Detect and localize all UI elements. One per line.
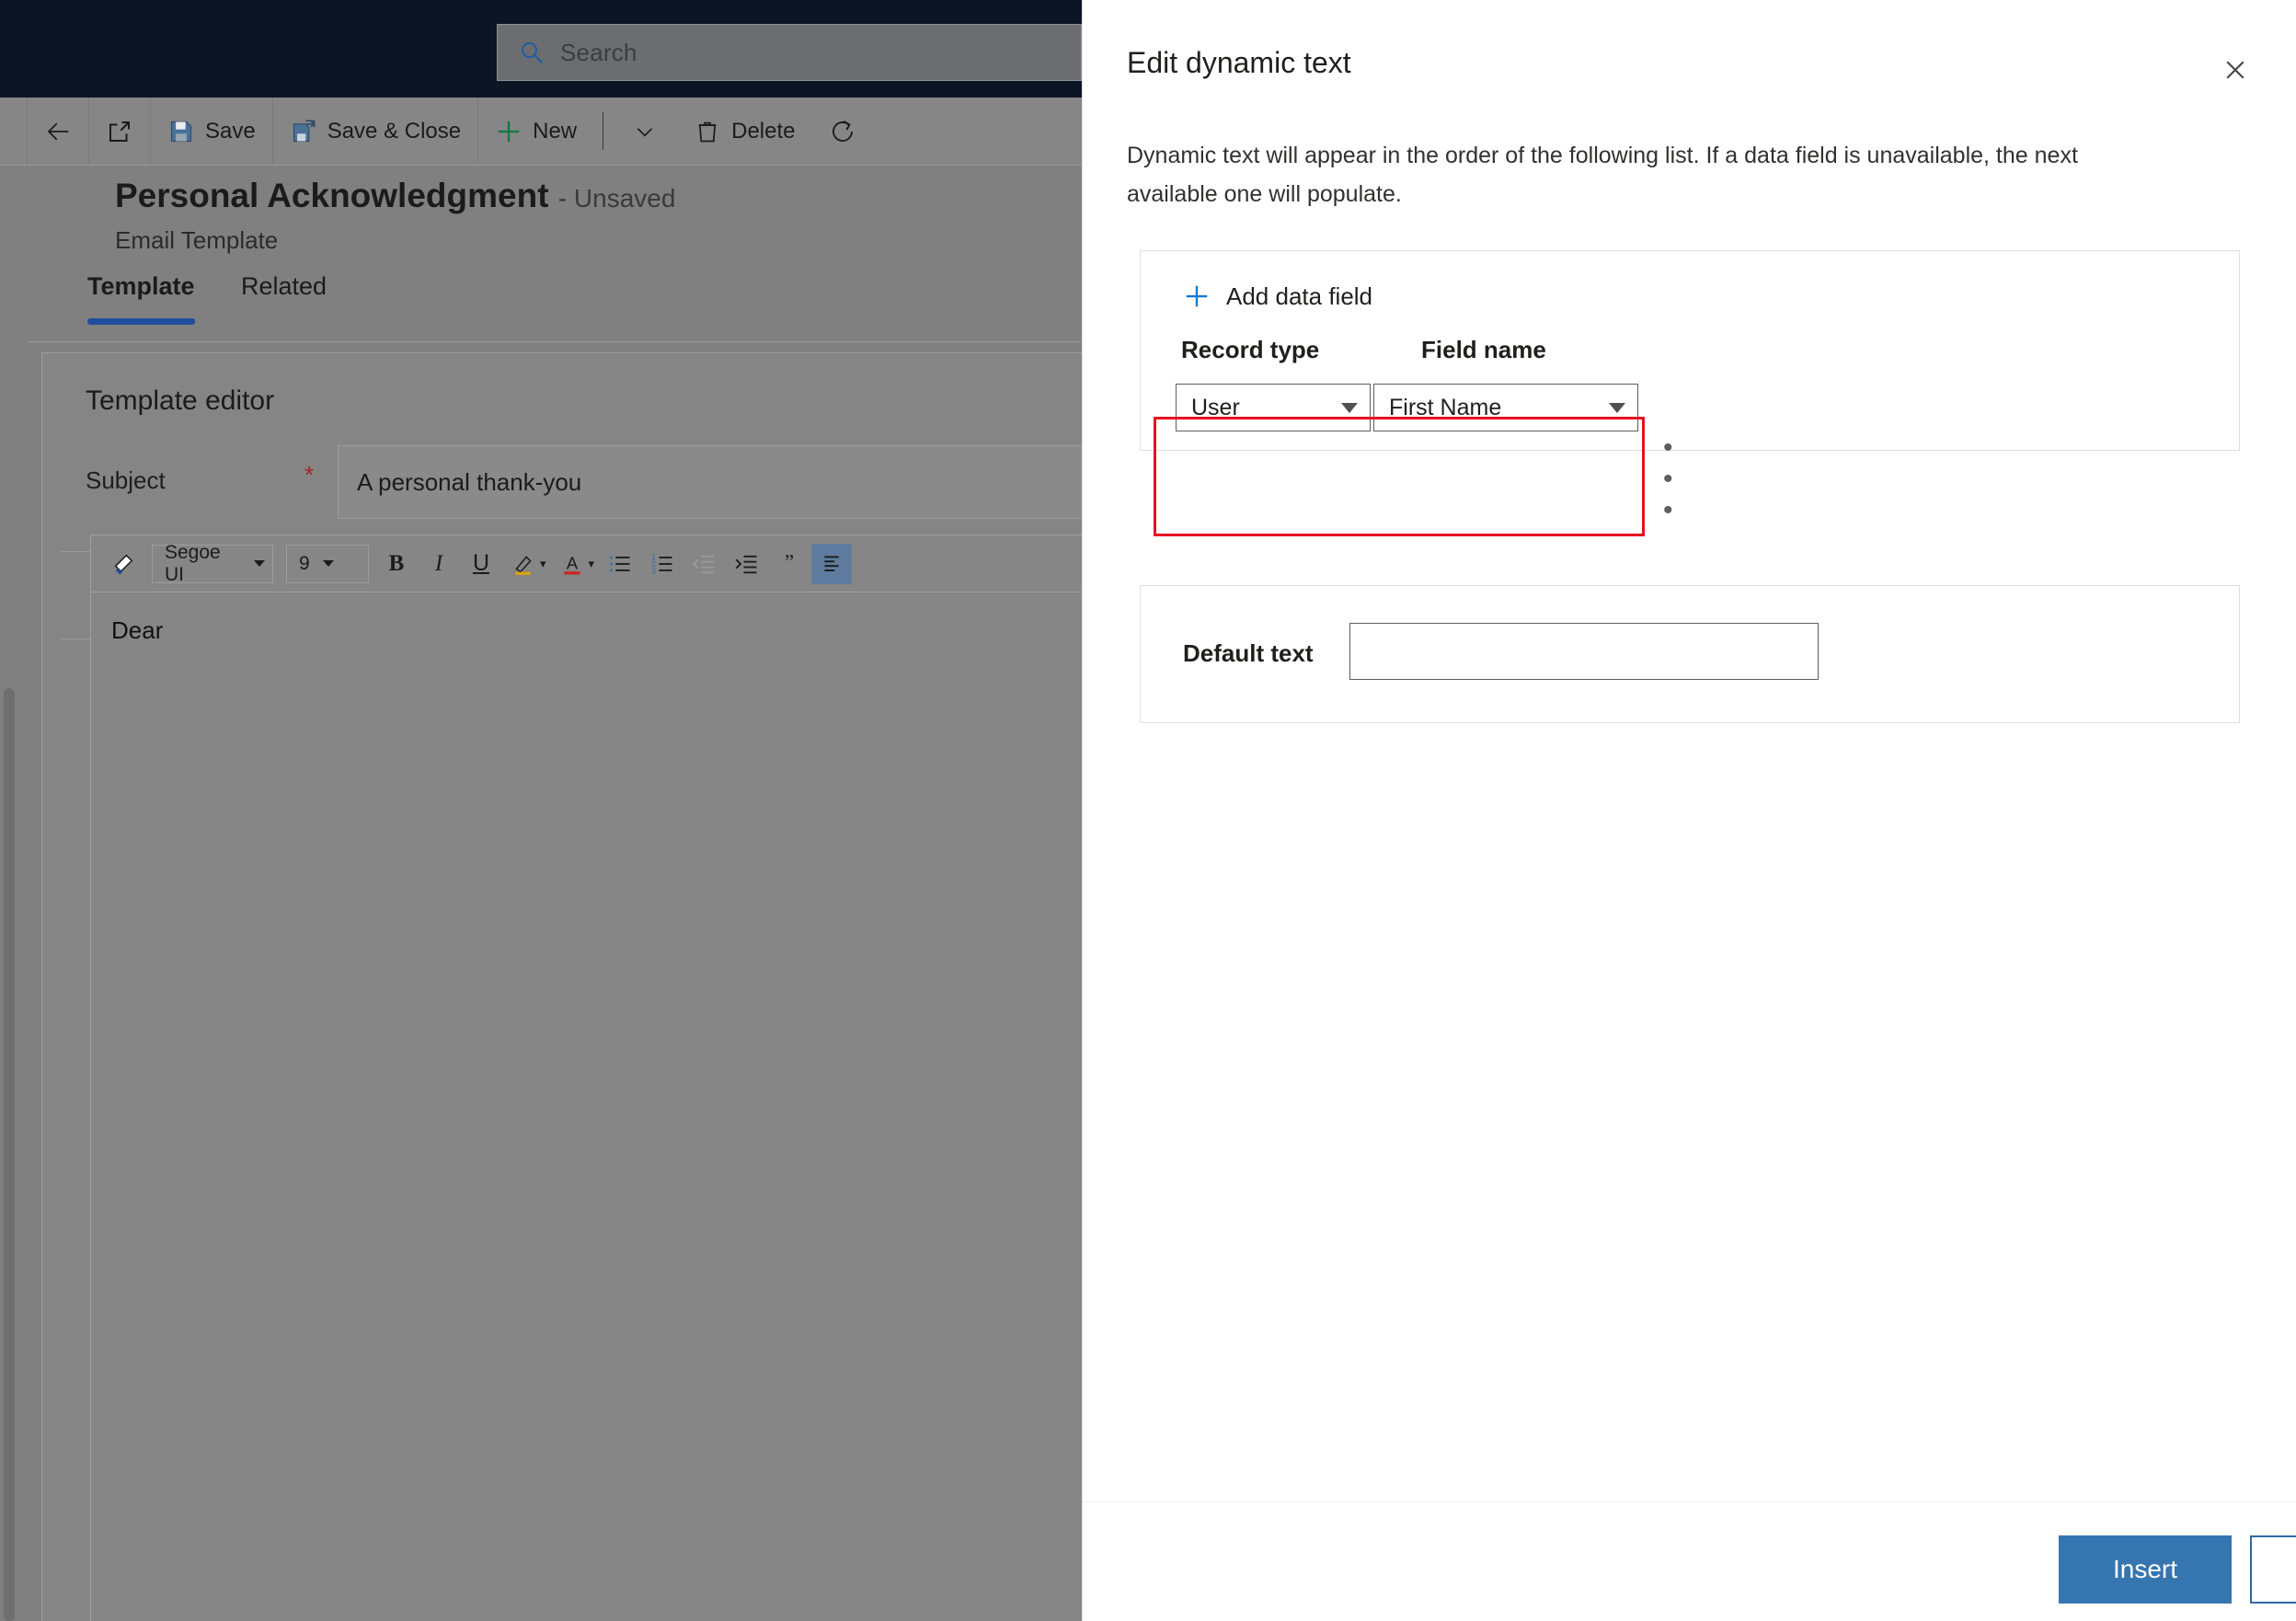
back-button[interactable] [28,98,89,165]
command-bar: Save Save & Close New Delete [0,98,1082,166]
subject-label: Subject [86,466,166,494]
save-floppy-icon [167,118,195,145]
chevron-down-icon [1341,402,1358,413]
save-and-close-icon [290,118,317,145]
save-and-close-button[interactable]: Save & Close [273,98,479,165]
pop-out-icon [106,118,133,145]
font-color-dropdown-caret-icon[interactable]: ▾ [589,557,595,571]
record-type-column-header: Record type [1181,336,1320,363]
data-field-row: Record type Field name User First Name •… [1148,336,1673,536]
panel-description: Dynamic text will appear in the order of… [1127,143,2078,207]
new-dropdown-button[interactable] [613,98,677,165]
search-placeholder-text: Search [560,38,637,66]
font-family-value: Segoe UI [165,541,221,585]
highlight-color-icon[interactable] [503,544,544,584]
editor-body[interactable]: Dear [91,592,1082,645]
font-size-select[interactable]: 9 [286,544,369,583]
subject-input[interactable]: A personal thank-you [338,445,1082,519]
search-icon [518,39,545,66]
chevron-down-icon [254,560,265,567]
tab-related[interactable]: Related [241,272,327,312]
subject-field-row: Subject * A personal thank-you [86,445,1082,519]
svg-text:3: 3 [651,567,656,575]
panel-footer: Insert Cancel [1083,1501,2296,1621]
chevron-down-icon [322,560,334,567]
more-options-icon[interactable]: • • • [1663,432,1678,526]
required-asterisk: * [304,461,315,489]
record-type-subtitle: Email Template [115,226,279,254]
field-name-dropdown[interactable]: First Name [1373,384,1638,431]
format-painter-icon[interactable] [104,544,144,584]
editor-body-text: Dear [111,616,164,644]
chevron-down-icon [1609,402,1625,413]
close-icon[interactable] [2215,50,2256,90]
highlight-annotation-box [1154,417,1645,536]
refresh-icon [829,118,856,145]
insert-button[interactable]: Insert [2059,1535,2232,1604]
record-header: Personal Acknowledgment - Unsaved Email … [28,166,1082,271]
save-and-close-label: Save & Close [327,118,462,144]
tab-template[interactable]: Template [87,272,195,325]
content-gutter-divider [27,166,28,1621]
svg-text:A: A [566,553,578,572]
add-data-field-button[interactable]: Add data field [1183,276,1372,316]
trash-icon [694,118,721,145]
default-text-label: Default text [1183,639,1314,667]
rich-text-editor: Segoe UI 9 B I U ▾ A ▾ 1 2 3 ” Dear [90,535,1082,1621]
page-title: Personal Acknowledgment - Unsaved [115,177,675,215]
refresh-button[interactable] [812,98,873,165]
underline-button[interactable]: U [461,544,501,584]
global-search-box[interactable]: Search [497,24,1082,81]
page-title-text: Personal Acknowledgment [115,177,549,214]
font-family-select[interactable]: Segoe UI [152,541,273,585]
font-size-value: 9 [299,552,310,574]
page-scrollbar[interactable] [4,688,15,1621]
new-button-label: New [533,118,578,144]
bold-button[interactable]: B [376,544,417,584]
increase-indent-icon[interactable] [727,544,767,584]
block-quote-icon[interactable]: ” [769,544,809,584]
tab-strip: Template Related [28,272,1082,342]
add-data-field-label: Add data field [1226,282,1373,310]
cancel-button[interactable]: Cancel [2250,1535,2296,1604]
default-text-card: Default text [1140,585,2240,723]
save-button-label: Save [205,118,256,144]
edit-dynamic-text-panel: Edit dynamic text Dynamic text will appe… [1082,0,2296,1621]
unsaved-status: - Unsaved [557,184,676,213]
decrease-indent-icon[interactable] [684,544,725,584]
record-type-dropdown[interactable]: User [1176,384,1371,431]
chevron-down-icon [631,118,659,145]
bulleted-list-icon[interactable] [600,544,640,584]
panel-title: Edit dynamic text [1127,46,1351,79]
font-color-icon[interactable]: A [552,544,592,584]
plus-icon [1183,282,1211,310]
field-name-value: First Name [1389,394,1502,420]
default-text-input[interactable] [1349,623,1819,680]
top-navigation-bar: Search [0,0,1082,98]
command-bar-left-gutter [0,98,28,165]
plus-icon [495,118,522,145]
delete-button-label: Delete [731,118,796,144]
delete-button[interactable]: Delete [677,98,811,165]
pop-out-button[interactable] [89,98,151,165]
field-name-column-header: Field name [1421,336,1546,363]
italic-button[interactable]: I [419,544,459,584]
highlight-dropdown-caret-icon[interactable]: ▾ [540,557,546,571]
data-fields-card: Add data field Record type Field name Us… [1140,250,2240,536]
template-editor-card: Template editor Subject * A personal tha… [41,352,1082,1621]
numbered-list-icon[interactable]: 1 2 3 [642,544,683,584]
save-button[interactable]: Save [151,98,273,165]
svg-text:”: ” [785,552,794,573]
back-arrow-icon [44,118,72,145]
align-left-icon[interactable] [811,543,853,584]
record-type-value: User [1191,394,1240,420]
editor-toolbar: Segoe UI 9 B I U ▾ A ▾ 1 2 3 ” [91,535,1082,592]
background-app-window: Search Save Save & Close New Delete Pers… [0,0,1082,1621]
new-button[interactable]: New [478,98,593,165]
section-title: Template editor [86,385,275,416]
